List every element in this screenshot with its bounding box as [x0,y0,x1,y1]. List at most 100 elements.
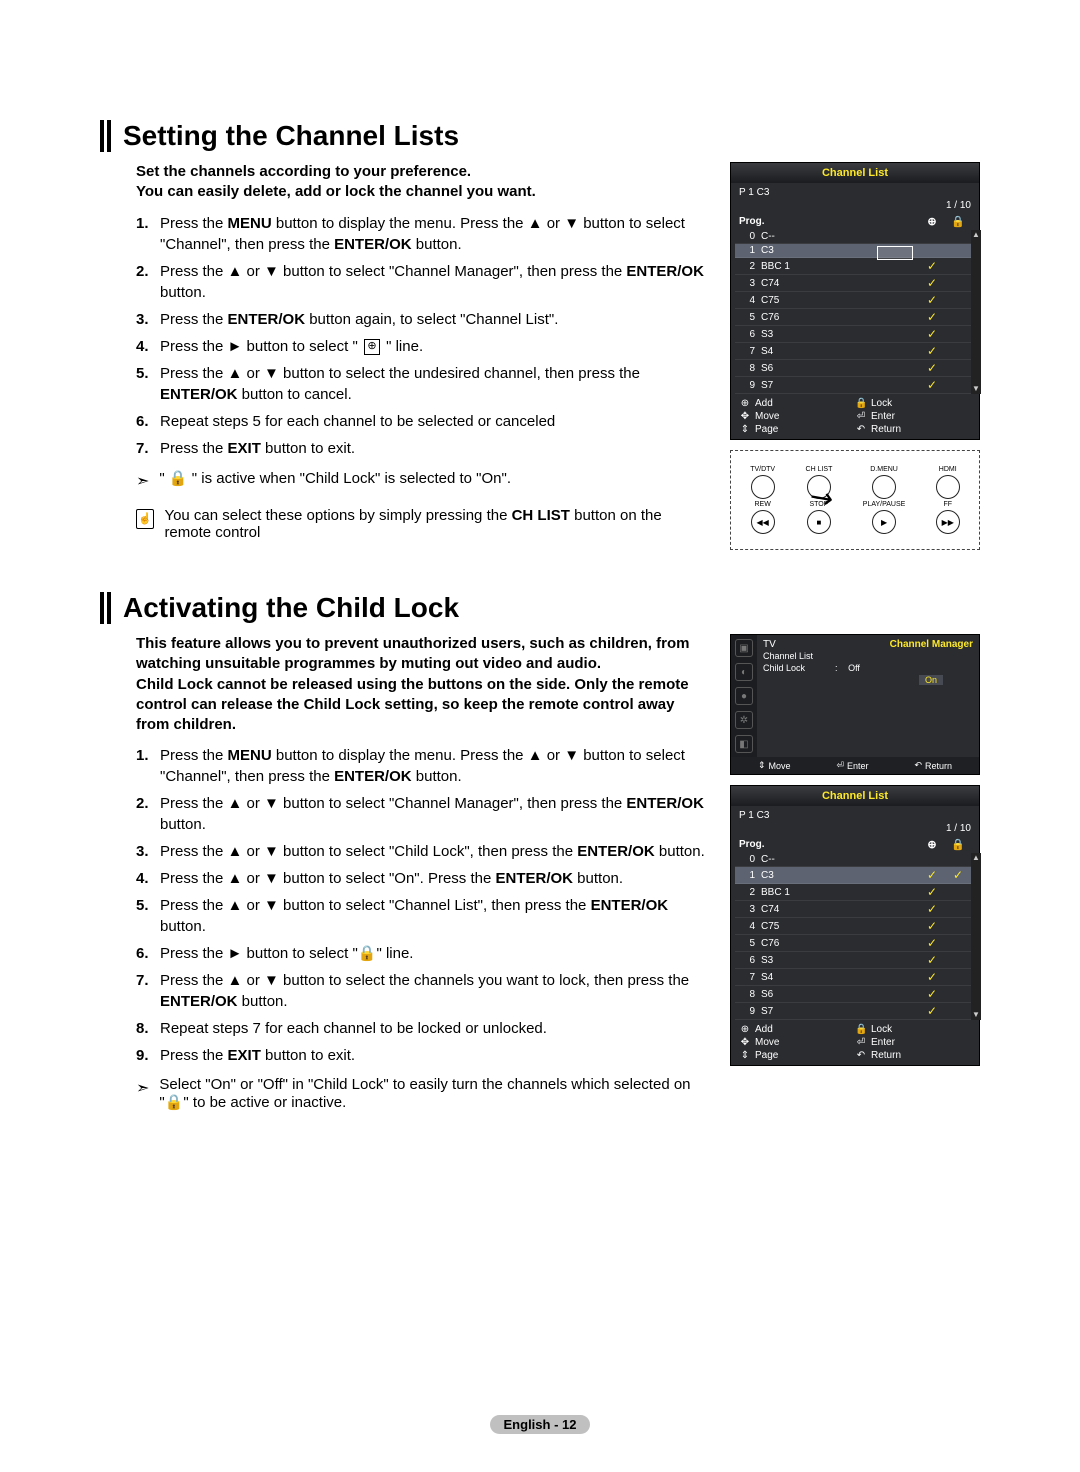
enter-icon: ⏎ [855,1037,867,1048]
osd-row: 1C3 [735,244,975,258]
osd2-current: P 1 C3 [739,810,769,821]
side-icon-1: ▣ [735,639,753,657]
osd1-page: 1 / 10 [946,200,971,211]
step: 3.Press the ENTER/OK button again, to se… [136,309,710,330]
scrollbar[interactable]: ▲▼ [971,853,981,1020]
cm-title: Channel Manager [890,639,973,650]
remote-btn-rew: ◀◀ [751,510,775,534]
section2-title: Activating the Child Lock [100,592,980,624]
arrow-note-2: ➣ Select "On" or "Off" in "Child Lock" t… [136,1076,710,1111]
osd-row: 4C75✓ [735,918,975,935]
enter-icon: ⏎ [836,760,844,771]
osd-row: 5C76✓ [735,309,975,326]
section1-heading: Setting the Channel Lists [123,120,459,152]
step: 9.Press the EXIT button to exit. [136,1045,710,1066]
osd-row: 7S4✓ [735,969,975,986]
page-icon: ⇕ [739,1050,751,1061]
osd2-header: Prog. ⊕ 🔒 [731,836,979,853]
plus-icon: ⊕ [739,1024,751,1035]
add-icon: ⊕ [919,215,945,228]
return-icon: ↶ [855,424,867,435]
remote-btn-tvdtv [751,475,775,499]
side-icon-5: ◧ [735,735,753,753]
osd2-page: 1 / 10 [946,823,971,834]
osd-row: 0C-- [735,853,975,867]
move-icon: ✥ [739,1037,751,1048]
enter-icon: ⏎ [855,411,867,422]
osd-row: 6S3✓ [735,326,975,343]
step: 3.Press the ▲ or ▼ button to select "Chi… [136,841,710,862]
osd-channel-list-1: Channel List P 1 C3 1 / 10 Prog. ⊕ 🔒 ▲▼ … [730,162,980,440]
cm-channel-list: Channel List [763,650,973,662]
side-icon-4: ✲ [735,711,753,729]
osd-channel-list-2: Channel List P 1 C3 1 / 10 Prog. ⊕ 🔒 ▲▼ … [730,785,980,1066]
selection-cursor [877,246,913,260]
arrow-icon: ➣ [136,471,149,491]
cm-sidebar: ▣ ◐ ● ✲ ◧ [731,635,757,757]
osd-row: 8S6✓ [735,986,975,1003]
remote-btn-hdmi [936,475,960,499]
osd-row: 1C3✓✓ [735,867,975,884]
osd-row: 6S3✓ [735,952,975,969]
section2-steps: 1.Press the MENU button to display the m… [136,745,710,1066]
step: 5.Press the ▲ or ▼ button to select the … [136,363,710,405]
step: 7.Press the ▲ or ▼ button to select the … [136,970,710,1012]
osd-row: 9S7✓ [735,1003,975,1020]
osd1-current: P 1 C3 [739,187,769,198]
section1-steps: 1.Press the MENU button to display the m… [136,213,710,459]
page-footer: English - 12 [0,1417,1080,1432]
side-icon-2: ◐ [735,663,753,681]
step: 1.Press the MENU button to display the m… [136,213,710,255]
osd-row: 5C76✓ [735,935,975,952]
box-note-1: ☝ You can select these options by simply… [136,507,710,541]
section1-title: Setting the Channel Lists [100,120,980,152]
lock-icon: 🔒 [945,215,971,228]
remote-btn-dmenu [872,475,896,499]
osd-row: 7S4✓ [735,343,975,360]
arrow-note-1: ➣ " 🔒 " is active when "Child Lock" is s… [136,469,710,491]
osd2-footer: ⊕Add 🔒Lock ✥Move ⏎Enter ⇕Page ↶Return [731,1020,979,1065]
section2-intro: This feature allows you to prevent unaut… [136,634,710,735]
return-icon: ↶ [855,1050,867,1061]
move-icon: ✥ [739,411,751,422]
lock-icon: 🔒 [855,398,867,409]
osd1-list: ▲▼ 0C--1C32BBC 1✓3C74✓4C75✓5C76✓6S3✓7S4✓… [731,230,979,394]
step: 1.Press the MENU button to display the m… [136,745,710,787]
step: 8.Repeat steps 7 for each channel to be … [136,1018,710,1039]
remote-diagram: ↘ TV/DTV REW ◀◀ CH LIST STOP ■ D.MENU PL… [730,450,980,550]
step: 4.Press the ▲ or ▼ button to select "On"… [136,868,710,889]
side-icon-3: ● [735,687,753,705]
page-icon: ⇕ [739,424,751,435]
osd-row: 2BBC 1✓ [735,884,975,901]
add-icon: ⊕ [919,838,945,851]
step: 2.Press the ▲ or ▼ button to select "Cha… [136,793,710,835]
osd-row: 4C75✓ [735,292,975,309]
remote-btn-ff: ▶▶ [936,510,960,534]
finger-icon: ☝ [136,509,154,529]
cm-footer: ⇕Move ⏎Enter ↶Return [731,757,979,774]
step: 6.Repeat steps 5 for each channel to be … [136,411,710,432]
step: 7.Press the EXIT button to exit. [136,438,710,459]
move-icon: ⇕ [758,760,766,771]
osd-row: 2BBC 1✓ [735,258,975,275]
osd1-title: Channel List [731,163,979,183]
cm-tv-label: TV [763,639,776,650]
return-icon: ↶ [914,760,922,771]
osd2-title: Channel List [731,786,979,806]
arrow-icon: ➣ [136,1078,149,1098]
osd-row: 8S6✓ [735,360,975,377]
step: 2.Press the ▲ or ▼ button to select "Cha… [136,261,710,303]
step: 6.Press the ► button to select "🔒" line. [136,943,710,964]
step: 4.Press the ► button to select " ⊕ " lin… [136,336,710,357]
osd-row: 3C74✓ [735,275,975,292]
remote-btn-play: ▶ [872,510,896,534]
osd1-header: Prog. ⊕ 🔒 [731,213,979,230]
osd-row: 0C-- [735,230,975,244]
plus-icon: ⊕ [739,398,751,409]
section2-heading: Activating the Child Lock [123,592,459,624]
lock-icon: 🔒 [855,1024,867,1035]
lock-icon: 🔒 [945,838,971,851]
scrollbar[interactable]: ▲▼ [971,230,981,394]
osd-channel-manager: ▣ ◐ ● ✲ ◧ TV Channel Manager Channel Lis… [730,634,980,775]
osd2-list: ▲▼ 0C--1C3✓✓2BBC 1✓3C74✓4C75✓5C76✓6S3✓7S… [731,853,979,1020]
